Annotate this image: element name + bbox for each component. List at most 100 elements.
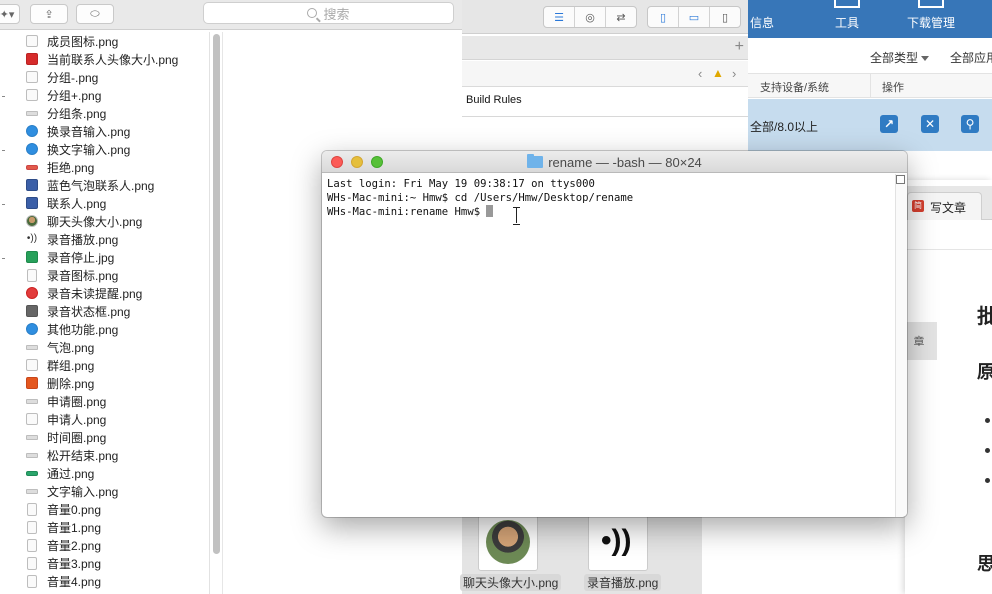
- file-list-item[interactable]: 当前联系人头像大小.png: [26, 50, 178, 68]
- utilities-toggle-button[interactable]: ▯: [710, 7, 740, 27]
- file-list-item[interactable]: 联系人.png: [26, 194, 106, 212]
- new-tab-button[interactable]: +: [735, 38, 744, 56]
- image-file-icon: [26, 377, 38, 389]
- editor-mode-segment[interactable]: ☰ ◎ ⇄: [543, 6, 637, 28]
- arrows-icon: ⇄: [616, 11, 626, 24]
- column-header: 支持设备/系统: [760, 82, 830, 94]
- terminal-titlebar[interactable]: rename — -bash — 80×24: [322, 151, 907, 173]
- search-icon: ⚲: [965, 117, 975, 131]
- terminal-output[interactable]: Last login: Fri May 19 09:38:17 on ttys0…: [322, 174, 895, 517]
- image-file-icon: [26, 452, 38, 458]
- download-icon: [918, 0, 944, 8]
- tags-button[interactable]: ⬭: [76, 4, 114, 24]
- dragged-image-thumbnail[interactable]: •)): [588, 515, 648, 571]
- image-file-icon: [26, 251, 38, 263]
- back-chevron-icon[interactable]: ‹: [698, 66, 702, 81]
- file-list-item[interactable]: 拒绝.png: [26, 158, 94, 176]
- file-list-item[interactable]: 成员图标.png: [26, 32, 118, 50]
- folder-icon: [527, 154, 544, 168]
- file-list-item[interactable]: 蓝色气泡联系人.png: [26, 176, 154, 194]
- file-name: 录音状态框.png: [47, 304, 131, 319]
- file-list-item[interactable]: •)) 录音播放.png: [26, 230, 118, 248]
- file-name: 音量2.png: [47, 538, 102, 553]
- image-file-icon: [26, 434, 38, 440]
- nav-downloads[interactable]: 下载管理: [907, 14, 955, 31]
- terminal-window[interactable]: rename — -bash — 80×24 Last login: Fri M…: [322, 151, 907, 517]
- image-file-icon: [26, 110, 38, 116]
- file-list-item[interactable]: 群组.png: [26, 356, 94, 374]
- file-list-item[interactable]: 分组-.png: [26, 68, 98, 86]
- bullet-point: [985, 478, 990, 483]
- caret-down-icon: [921, 56, 930, 62]
- file-list-item[interactable]: 通过.png: [26, 464, 94, 482]
- file-list-item[interactable]: 松开结束.png: [26, 446, 118, 464]
- assistant-editor-button[interactable]: ◎: [575, 7, 606, 27]
- file-list-item[interactable]: 时间圈.png: [26, 428, 106, 446]
- warning-icon[interactable]: ▲: [712, 66, 724, 80]
- dragged-image-thumbnail[interactable]: [478, 515, 538, 571]
- delete-button[interactable]: ✕: [921, 115, 939, 133]
- file-list-item[interactable]: 文字输入.png: [26, 482, 118, 500]
- open-link-button[interactable]: ↗: [880, 115, 898, 133]
- file-name: 拒绝.png: [47, 160, 95, 175]
- file-list-item[interactable]: 录音未读提醒.png: [26, 284, 142, 302]
- file-list-item[interactable]: 音量3.png: [26, 554, 101, 572]
- search-icon: [307, 8, 318, 18]
- browser-tab-bar: 简 写文章: [905, 186, 992, 220]
- nav-tools[interactable]: 工具: [835, 14, 859, 31]
- file-name: 申请圈.png: [47, 394, 107, 409]
- scroll-split-icon[interactable]: [896, 175, 905, 184]
- file-name: 时间圈.png: [47, 430, 107, 445]
- navigator-toggle-button[interactable]: ▯: [648, 7, 679, 27]
- image-file-icon: [26, 35, 38, 47]
- file-list-item[interactable]: 分组+.png: [26, 86, 101, 104]
- file-list-item[interactable]: 气泡.png: [26, 338, 94, 356]
- terminal-title-text: rename — -bash — 80×24: [548, 154, 702, 170]
- sidebar-marker: [2, 96, 5, 97]
- panel-toggle-segment[interactable]: ▯ ▭ ▯: [647, 6, 741, 28]
- build-rules-tab[interactable]: Build Rules: [466, 94, 522, 106]
- file-list-item[interactable]: 删除.png: [26, 374, 94, 392]
- image-file-icon: [26, 359, 38, 371]
- table-row[interactable]: 全部/8.0以上 ↗ ✕ ⚲: [748, 99, 992, 151]
- terminal-cursor: [486, 205, 494, 217]
- file-list-item[interactable]: 录音状态框.png: [26, 302, 130, 320]
- browser-tab[interactable]: 简 写文章: [907, 192, 982, 220]
- image-file-icon: [26, 344, 38, 350]
- image-file-icon: [26, 71, 38, 83]
- file-name: 成员图标.png: [47, 34, 119, 49]
- file-list-scrollbar[interactable]: [213, 34, 220, 554]
- standard-editor-button[interactable]: ☰: [544, 7, 575, 27]
- file-list-item[interactable]: 其他功能.png: [26, 320, 118, 338]
- file-list-item[interactable]: 申请人.png: [26, 410, 106, 428]
- debug-toggle-button[interactable]: ▭: [679, 7, 710, 27]
- type-filter-dropdown[interactable]: 全部类型: [870, 49, 930, 66]
- app-filter-dropdown[interactable]: 全部应用: [950, 49, 992, 66]
- image-file-icon: [26, 215, 38, 227]
- search-button[interactable]: ⚲: [961, 115, 979, 133]
- image-file-icon: [27, 556, 37, 570]
- file-list-item[interactable]: 申请圈.png: [26, 392, 106, 410]
- terminal-scrollbar[interactable]: [895, 174, 907, 517]
- action-menu-button[interactable]: ✦▾: [0, 4, 20, 24]
- forward-chevron-icon[interactable]: ›: [732, 66, 736, 81]
- search-field[interactable]: 搜索: [203, 2, 454, 24]
- share-button[interactable]: ⇪: [30, 4, 68, 24]
- file-list-item[interactable]: 分组条.png: [26, 104, 106, 122]
- image-file-icon: [26, 413, 38, 425]
- terminal-line: WHs-Mac-mini:~ Hmw$ cd /Users/Hmw/Deskto…: [327, 192, 634, 204]
- file-list-item[interactable]: 音量0.png: [26, 500, 101, 518]
- file-list-item[interactable]: 聊天头像大小.png: [26, 212, 142, 230]
- file-list-item[interactable]: 录音图标.png: [26, 266, 118, 284]
- file-list-item[interactable]: 录音停止.jpg: [26, 248, 114, 266]
- file-list-item[interactable]: 音量2.png: [26, 536, 101, 554]
- file-list-item[interactable]: 换录音输入.png: [26, 122, 130, 140]
- file-name: 分组+.png: [47, 88, 102, 103]
- image-file-icon: •)): [26, 233, 38, 244]
- file-list-item[interactable]: 音量4.png: [26, 572, 101, 590]
- file-list-item[interactable]: 换文字输入.png: [26, 140, 130, 158]
- file-list-item[interactable]: 音量1.png: [26, 518, 101, 536]
- nav-info[interactable]: 信息: [750, 14, 774, 31]
- version-editor-button[interactable]: ⇄: [606, 7, 636, 27]
- file-name: 通过.png: [47, 466, 95, 481]
